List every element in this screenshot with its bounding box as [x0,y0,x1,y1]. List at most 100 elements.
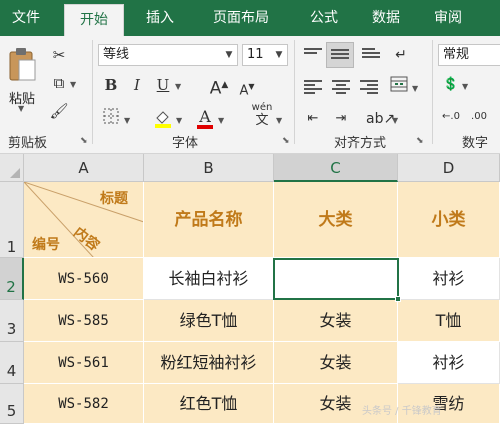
column-header-a[interactable]: A [24,154,144,182]
cell-subcategory[interactable]: T恤 [398,300,500,342]
align-center-icon[interactable] [332,80,350,94]
copy-icon[interactable]: ⧉ [48,72,70,94]
bottom-align-icon[interactable] [362,48,380,62]
align-right-icon[interactable] [360,80,378,94]
merge-center-icon[interactable] [388,76,410,98]
ribbon-home: 粘贴 ▼ ✂ ⧉ ▼ 🖌 剪贴板 ⬊ 等线 ▼ 11 ▼ B I U ▼ A▲ … [0,36,500,154]
row-header-3[interactable]: 3 [0,300,24,342]
font-color-button[interactable]: A [194,106,216,129]
tab-data[interactable]: 数据 [360,0,412,36]
format-painter-icon[interactable]: 🖌 [48,100,70,122]
tab-insert[interactable]: 插入 [134,0,186,36]
alignment-launcher-icon[interactable]: ⬊ [416,136,424,146]
top-align-icon[interactable] [304,48,322,62]
alignment-group-label: 对齐方式 [334,136,387,151]
column-header-b[interactable]: B [144,154,274,182]
cell-category[interactable]: 女装 [274,342,398,384]
copy-dropdown-icon[interactable]: ▼ [70,80,76,89]
middle-align-icon [331,49,349,63]
clipboard-icon [9,48,36,81]
chevron-down-icon: ▼ [225,50,233,60]
tab-file[interactable]: 文件 [0,0,52,36]
row-header-5[interactable]: 5 [0,384,24,424]
fill-color-dropdown-icon[interactable]: ▼ [176,116,182,125]
phonetic-char: 文 [255,113,269,128]
cell-name[interactable]: 红色T恤 [144,384,274,424]
group-divider [92,40,93,144]
decrease-indent-icon[interactable]: ⇤ [302,108,324,130]
cell-name[interactable]: 粉红短袖衬衫 [144,342,274,384]
cell-code[interactable]: WS-585 [24,300,144,342]
shrink-font-button[interactable]: A▼ [236,76,258,98]
number-group-label: 数字 [462,136,489,151]
wrap-text-icon[interactable]: ↵ [390,44,412,66]
increase-indent-icon[interactable]: ⇥ [330,108,352,130]
column-header-c[interactable]: C [274,154,398,182]
orientation-dropdown-icon[interactable]: ▼ [392,116,398,125]
middle-align-button[interactable] [326,42,354,68]
currency-dropdown-icon[interactable]: ▼ [462,82,468,91]
cell-code[interactable]: WS-582 [24,384,144,424]
diagonal-label-code: 编号 [32,237,60,253]
select-all-triangle-icon [10,168,20,178]
chevron-down-icon: ▼ [275,50,283,60]
grow-font-button[interactable]: A▲ [208,74,230,99]
row-header-1[interactable]: 1 [0,182,24,258]
phonetic-guide-button[interactable]: wén 文 [248,102,276,130]
cell-category[interactable]: 女装 [274,300,398,342]
font-color-label: A [199,107,211,126]
font-color-bar [197,125,213,129]
cell-subcategory[interactable]: 衬衫 [398,258,500,300]
header-subcategory[interactable]: 小类 [398,182,500,258]
select-all-button[interactable] [0,154,24,182]
watermark: 头条号 / 千锋教育 [362,406,442,417]
caret-up-icon: ▲ [221,80,229,90]
grow-font-label: A [209,78,222,99]
italic-button[interactable]: I [126,74,148,96]
diagonal-label-title: 标题 [100,191,128,207]
font-size-value: 11 [247,47,264,62]
cell-code[interactable]: WS-560 [24,258,144,300]
header-category[interactable]: 大类 [274,182,398,258]
align-left-icon[interactable] [304,80,322,94]
bold-button[interactable]: B [100,74,122,96]
fill-handle[interactable] [395,296,401,302]
cut-icon[interactable]: ✂ [48,44,70,66]
clipboard-group-label: 剪贴板 [8,136,48,151]
cell-code[interactable]: WS-561 [24,342,144,384]
group-divider [294,40,295,144]
font-color-dropdown-icon[interactable]: ▼ [218,116,224,125]
tab-review[interactable]: 审阅 [422,0,474,36]
row-header-4[interactable]: 4 [0,342,24,384]
number-format-combo[interactable]: 常规 [438,44,500,66]
tab-formulas[interactable]: 公式 [298,0,350,36]
phonetic-dropdown-icon[interactable]: ▼ [276,116,282,125]
currency-icon[interactable]: 💲 [440,74,462,96]
cell-name[interactable]: 绿色T恤 [144,300,274,342]
font-size-combo[interactable]: 11 ▼ [242,44,288,66]
header-product-name[interactable]: 产品名称 [144,182,274,258]
caret-down-icon: ▼ [248,82,255,91]
decrease-decimal-icon[interactable]: .00 [468,106,490,128]
clipboard-launcher-icon[interactable]: ⬊ [80,136,88,146]
column-header-d[interactable]: D [398,154,500,182]
font-name-combo[interactable]: 等线 ▼ [98,44,238,66]
borders-icon[interactable] [100,108,122,130]
font-name-value: 等线 [103,47,130,62]
active-cell-selection [273,258,399,300]
borders-dropdown-icon[interactable]: ▼ [124,116,130,125]
row-header-2[interactable]: 2 [0,258,24,300]
orientation-icon[interactable]: ab↗ [366,108,395,130]
font-launcher-icon[interactable]: ⬊ [282,136,290,146]
merge-dropdown-icon[interactable]: ▼ [412,84,418,93]
increase-decimal-icon[interactable]: ←.0 [440,106,462,128]
underline-button[interactable]: U [152,74,174,96]
cell-name[interactable]: 长袖白衬衫 [144,258,274,300]
cell-subcategory[interactable]: 衬衫 [398,342,500,384]
tab-home[interactable]: 开始 [64,4,124,36]
paste-button[interactable]: 粘贴 ▼ [4,44,40,116]
tab-page-layout[interactable]: 页面布局 [196,0,286,36]
diagonal-header-cell[interactable]: 标题 内容 编号 [24,182,144,258]
underline-dropdown-icon[interactable]: ▼ [175,82,181,91]
fill-color-icon[interactable] [152,108,174,130]
